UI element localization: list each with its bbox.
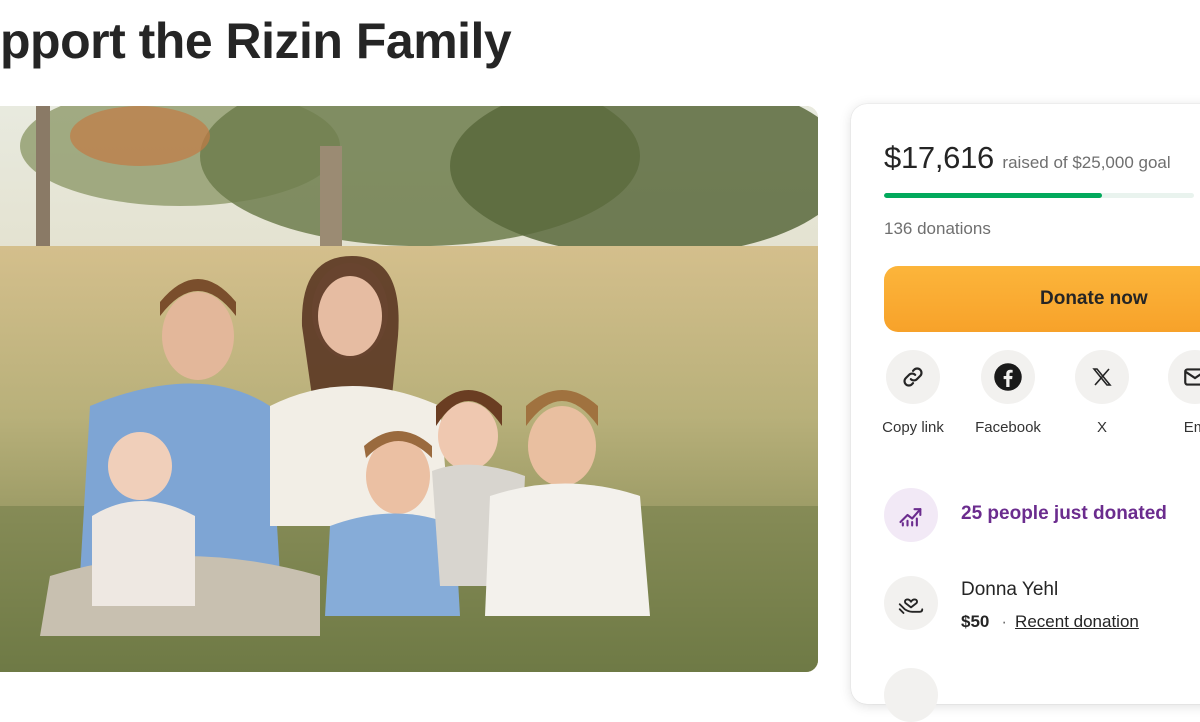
family-photo: [0, 106, 818, 672]
link-icon[interactable]: [886, 350, 940, 404]
page-title: pport the Rizin Family: [0, 13, 512, 69]
progress-fill: [884, 193, 1103, 198]
x-icon[interactable]: [1075, 350, 1129, 404]
amount-raised: $17,616: [884, 140, 994, 175]
donation-meta: $50 · Recent donation: [961, 612, 1139, 632]
recent-donation-link[interactable]: Recent donation: [1015, 612, 1139, 631]
share-copy-link[interactable]: Copy link: [873, 350, 953, 439]
donor-name: Donna Yehl: [961, 579, 1059, 600]
progress-bar: [884, 193, 1194, 198]
donations-count: 136 donations: [884, 219, 991, 238]
goal-text: raised of $25,000 goal: [1002, 153, 1171, 172]
latest-donation: Donna Yehl $50 · Recent donation: [884, 576, 1200, 640]
facebook-icon[interactable]: [981, 350, 1035, 404]
trending-up-icon: [884, 488, 938, 542]
donate-now-button[interactable]: Donate now: [884, 266, 1200, 332]
facebook-label: Facebook: [975, 419, 1041, 436]
share-facebook[interactable]: Facebook: [968, 350, 1048, 439]
email-label: Em: [1183, 419, 1200, 436]
donation-amount: $50: [961, 612, 990, 631]
next-donor-avatar: [884, 668, 938, 722]
separator-dot: ·: [1001, 612, 1008, 631]
donation-card: $17,616 raised of $25,000 goal 136 donat…: [851, 104, 1200, 722]
email-icon[interactable]: [1168, 350, 1200, 404]
donate-now-label: Donate now: [1040, 288, 1148, 309]
copy-link-label: Copy link: [882, 419, 944, 436]
recent-activity[interactable]: 25 people just donated: [884, 488, 1200, 544]
share-email[interactable]: Em: [1155, 350, 1200, 439]
raised-summary: $17,616 raised of $25,000 goal: [884, 140, 1171, 176]
share-x[interactable]: X: [1062, 350, 1142, 439]
recent-activity-text: 25 people just donated: [961, 503, 1167, 524]
heart-hands-icon: [884, 576, 938, 630]
x-label: X: [1096, 419, 1107, 436]
